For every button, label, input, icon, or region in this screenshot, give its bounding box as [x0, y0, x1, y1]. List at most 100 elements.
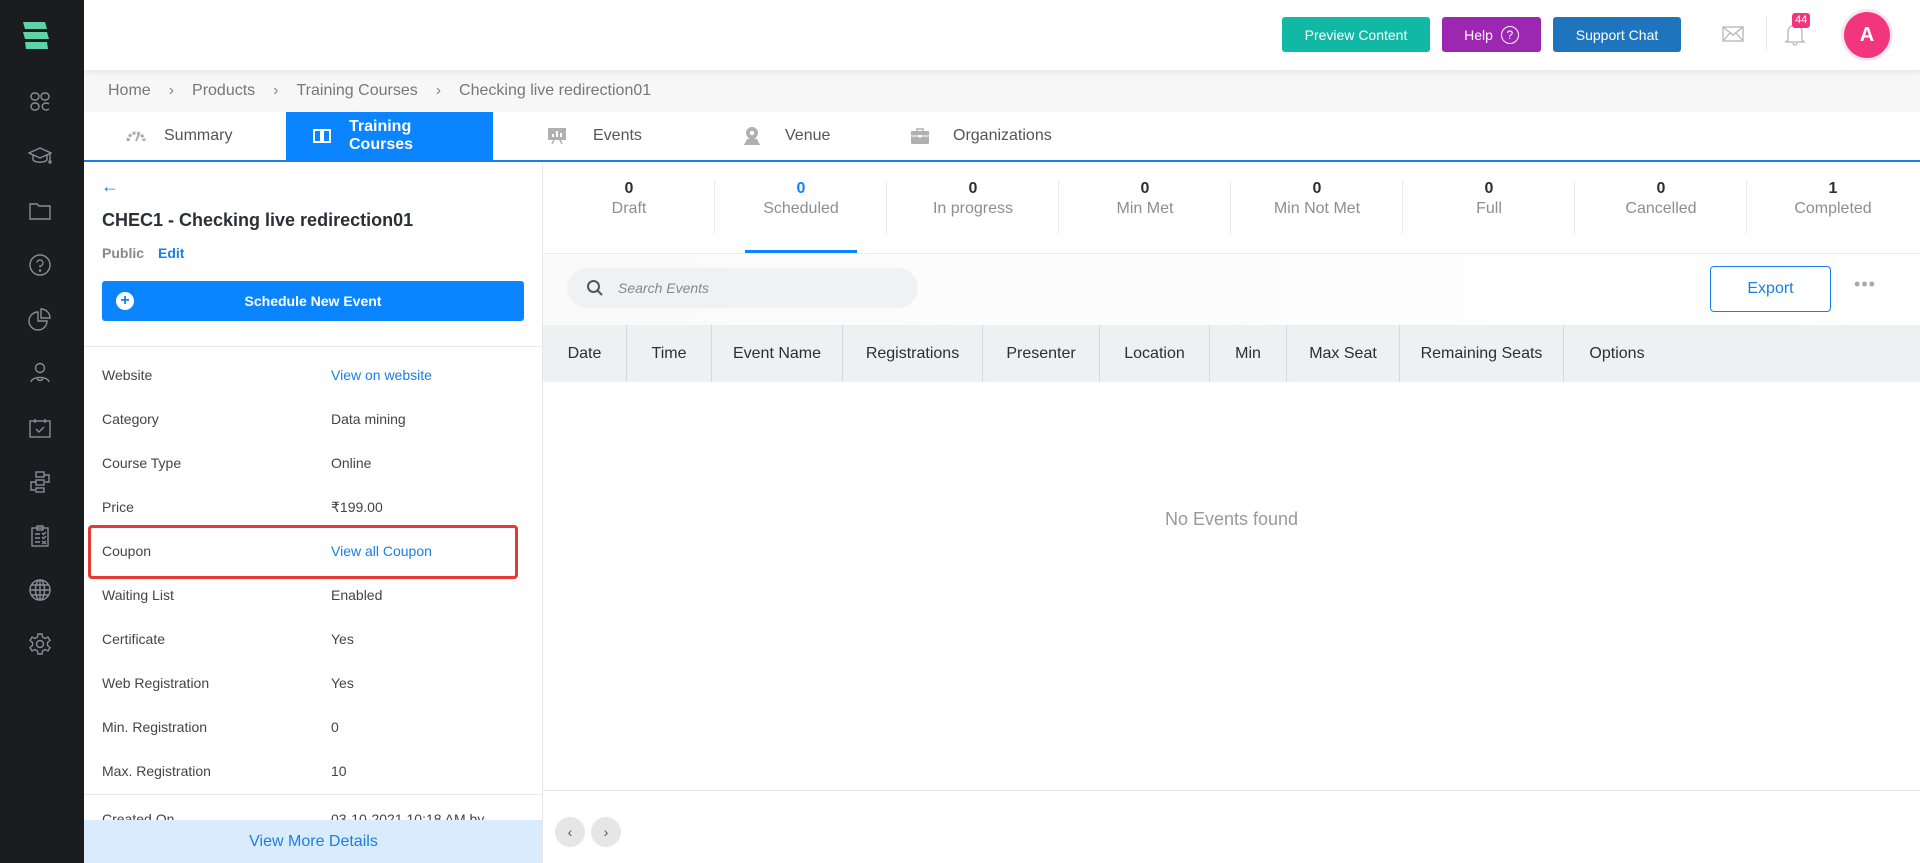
breadcrumb: Home › Products › Training Courses › Che…	[84, 70, 1920, 112]
search-events-box	[567, 268, 918, 308]
detail-value: 10	[331, 763, 347, 779]
detail-label: Min. Registration	[102, 719, 208, 735]
view-on-website-link[interactable]: View on website	[331, 367, 432, 383]
search-events-input[interactable]	[618, 280, 898, 296]
no-events-message: No Events found	[1164, 509, 1299, 529]
column-header-registrations[interactable]: Registrations	[843, 325, 983, 382]
detail-row-min-registration: Min. Registration 0	[102, 712, 524, 742]
detail-label: Certificate	[102, 631, 166, 647]
view-more-details-button[interactable]: View More Details	[84, 820, 542, 863]
detail-value: Yes	[331, 631, 354, 647]
chevron-right-icon: ›	[273, 82, 279, 99]
book-open-icon	[313, 129, 331, 143]
brand-logo-icon[interactable]	[20, 20, 52, 52]
column-header-date[interactable]: Date	[543, 325, 627, 382]
view-all-coupon-link[interactable]: View all Coupon	[331, 543, 432, 559]
gear-icon[interactable]	[28, 632, 52, 656]
status-draft[interactable]: 0 Draft	[543, 164, 715, 254]
search-icon	[587, 280, 603, 296]
gauge-icon	[126, 131, 146, 142]
column-header-options[interactable]: Options	[1564, 325, 1670, 382]
clipboard-icon[interactable]	[28, 524, 52, 548]
breadcrumb-training-courses[interactable]: Training Courses	[296, 82, 417, 100]
status-full[interactable]: 0 Full	[1403, 164, 1575, 254]
user-avatar[interactable]: A	[1844, 12, 1890, 58]
detail-row-website: Website View on website	[102, 360, 524, 390]
chevron-right-icon: ›	[435, 82, 442, 99]
status-in-progress[interactable]: 0 In progress	[887, 164, 1059, 254]
mail-icon[interactable]	[1722, 24, 1744, 44]
status-label: Min Not Met	[1273, 200, 1361, 217]
question-circle-icon[interactable]	[28, 253, 52, 277]
column-header-presenter[interactable]: Presenter	[983, 325, 1100, 382]
detail-row-course-type: Course Type Online	[102, 448, 524, 478]
sidebar	[0, 0, 84, 863]
support-chat-label: Support Chat	[1575, 26, 1659, 43]
tab-events[interactable]: Events	[493, 112, 713, 160]
detail-label: Coupon	[102, 543, 152, 559]
tab-summary[interactable]: Summary	[84, 112, 286, 160]
briefcase-icon	[911, 128, 929, 144]
globe-icon[interactable]	[28, 578, 52, 602]
export-button[interactable]: Export	[1710, 266, 1831, 312]
column-header-location[interactable]: Location	[1100, 325, 1210, 382]
status-count: 0	[1484, 180, 1494, 197]
prev-page-button[interactable]: ‹	[555, 817, 585, 847]
status-cancelled[interactable]: 0 Cancelled	[1575, 164, 1747, 254]
column-header-min[interactable]: Min	[1210, 325, 1287, 382]
status-min-met[interactable]: 0 Min Met	[1059, 164, 1231, 254]
tab-events-label: Events	[593, 127, 642, 144]
course-title: CHEC1 - Checking live redirection01	[102, 210, 414, 230]
status-label: Min Met	[1116, 200, 1174, 217]
graduation-cap-icon[interactable]	[28, 144, 52, 168]
tab-training-courses[interactable]: Training Courses	[286, 112, 493, 160]
divider	[84, 346, 542, 347]
detail-row-waiting-list: Waiting List Enabled	[102, 580, 524, 610]
status-count: 0	[796, 180, 806, 197]
workflow-icon[interactable]	[28, 470, 52, 494]
more-options-icon[interactable]: •••	[1851, 275, 1879, 293]
next-page-button[interactable]: ›	[591, 817, 621, 847]
help-label: Help	[1464, 26, 1493, 43]
events-table-header: Date Time Event Name Registrations Prese…	[543, 325, 1920, 382]
presentation-icon	[548, 128, 566, 145]
calendar-check-icon[interactable]	[28, 416, 52, 440]
course-details-panel: ← CHEC1 - Checking live redirection01 Pu…	[84, 164, 543, 863]
status-min-not-met[interactable]: 0 Min Not Met	[1231, 164, 1403, 254]
detail-row-category: Category Data mining	[102, 404, 524, 434]
top-bar: Preview Content Help? Support Chat 44 A	[84, 0, 1920, 70]
detail-label: Waiting List	[102, 587, 174, 603]
column-header-remaining-seats[interactable]: Remaining Seats	[1400, 325, 1564, 382]
avatar-initial: A	[1859, 23, 1875, 46]
schedule-new-event-button[interactable]: + Schedule New Event	[102, 281, 524, 321]
folder-icon[interactable]	[28, 199, 52, 223]
help-button[interactable]: Help?	[1442, 17, 1541, 52]
detail-label: Course Type	[102, 455, 182, 471]
preview-content-button[interactable]: Preview Content	[1282, 17, 1430, 52]
divider	[84, 794, 542, 795]
back-arrow-icon[interactable]: ←	[101, 176, 119, 197]
status-label: Full	[1476, 200, 1502, 217]
grid-icon[interactable]	[28, 90, 52, 114]
column-header-time[interactable]: Time	[627, 325, 712, 382]
status-count: 0	[968, 180, 978, 197]
status-count: 0	[1140, 180, 1150, 197]
detail-label: Category	[102, 411, 159, 427]
breadcrumb-products[interactable]: Products	[192, 82, 255, 100]
status-completed[interactable]: 1 Completed	[1747, 164, 1919, 254]
user-icon[interactable]	[28, 361, 52, 385]
status-scheduled[interactable]: 0 Scheduled	[715, 164, 887, 254]
tab-organizations[interactable]: Organizations	[875, 112, 1075, 160]
column-header-event-name[interactable]: Event Name	[712, 325, 843, 382]
tab-venue[interactable]: Venue	[713, 112, 875, 160]
pie-chart-icon[interactable]	[28, 307, 52, 331]
breadcrumb-home[interactable]: Home	[108, 82, 151, 100]
tab-organizations-label: Organizations	[953, 127, 1052, 144]
detail-row-price: Price ₹199.00	[102, 492, 524, 522]
edit-course-link[interactable]: Edit	[158, 245, 184, 261]
column-header-max-seat[interactable]: Max Seat	[1287, 325, 1400, 382]
support-chat-button[interactable]: Support Chat	[1553, 17, 1681, 52]
events-toolbar: Export •••	[543, 255, 1920, 326]
question-icon: ?	[1500, 25, 1519, 44]
tab-venue-label: Venue	[785, 127, 831, 144]
